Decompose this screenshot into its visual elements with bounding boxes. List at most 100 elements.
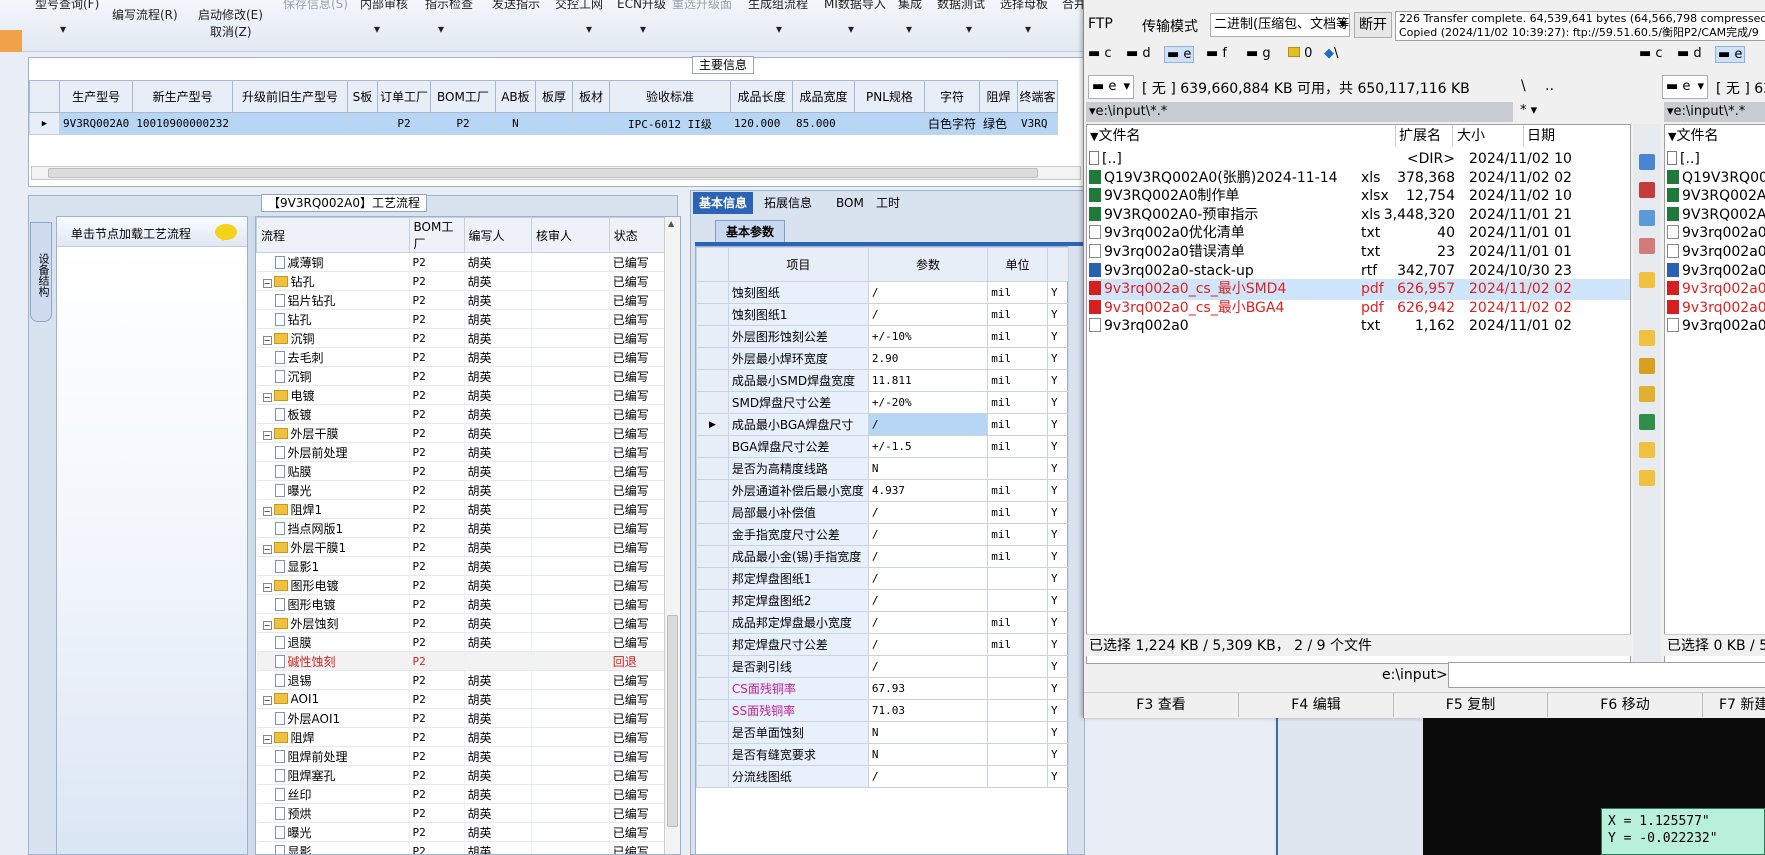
cell[interactable] bbox=[534, 112, 573, 135]
send-instruction-button[interactable]: 发送指示 bbox=[492, 0, 540, 12]
table-row[interactable]: − 外层蚀刻 P2 胡英 已编写 bbox=[256, 613, 672, 633]
tab-worktime[interactable]: 工时 bbox=[870, 192, 906, 214]
cell[interactable]: 已编写 bbox=[609, 423, 672, 443]
row-header[interactable] bbox=[696, 391, 729, 414]
disconnect-button[interactable]: 断开 bbox=[1354, 12, 1392, 38]
new-folder-icon[interactable] bbox=[1639, 386, 1655, 402]
param-value[interactable]: / bbox=[867, 281, 989, 304]
flow-name-cell[interactable]: 贴膜 bbox=[256, 461, 410, 481]
cell[interactable]: 已编写 bbox=[609, 252, 672, 272]
f3-view-button[interactable]: F3 查看 bbox=[1084, 693, 1239, 717]
cell[interactable]: 胡英 bbox=[464, 575, 532, 595]
cell[interactable]: 胡英 bbox=[464, 423, 532, 443]
param-value[interactable]: 2.90 bbox=[867, 347, 989, 370]
ecn-upgrade-button[interactable]: ECN升级 bbox=[617, 0, 666, 12]
row-header[interactable] bbox=[696, 369, 729, 392]
cell[interactable]: 胡英 bbox=[464, 480, 532, 500]
row-header[interactable] bbox=[696, 303, 729, 326]
flow-name-cell[interactable]: 沉铜 bbox=[256, 366, 410, 386]
file-row[interactable]: 9v3rq002a0 txt 1,162 2024/11/01 02 bbox=[1089, 316, 1630, 337]
table-row[interactable]: 外层图形蚀刻公差 +/-10% mil Y bbox=[696, 325, 1069, 348]
cell[interactable]: 已编写 bbox=[609, 385, 672, 405]
cell[interactable]: 已编写 bbox=[609, 613, 672, 633]
cell[interactable]: 胡英 bbox=[464, 271, 532, 291]
mi-import-button[interactable]: MI数据导入 bbox=[824, 0, 886, 12]
cell[interactable]: 已编写 bbox=[609, 518, 672, 538]
table-row[interactable]: 成品邦定焊盘最小宽度 / mil Y bbox=[696, 611, 1069, 634]
cell[interactable]: P2 bbox=[409, 746, 465, 766]
cell[interactable]: 回退 bbox=[609, 651, 672, 671]
param-value[interactable]: +/-10% bbox=[867, 325, 989, 348]
cell[interactable] bbox=[531, 708, 610, 728]
table-row[interactable]: 邦定焊盘尺寸公差 / mil Y bbox=[696, 633, 1069, 656]
col-header[interactable]: 终端客 bbox=[1016, 80, 1058, 113]
table-row[interactable]: 板镀 P2 胡英 已编写 bbox=[256, 404, 672, 424]
cell[interactable]: 胡英 bbox=[464, 309, 532, 329]
table-row[interactable]: 挡点网版1 P2 胡英 已编写 bbox=[256, 518, 672, 538]
cell[interactable]: 已编写 bbox=[609, 803, 672, 823]
cell[interactable]: 胡英 bbox=[464, 689, 532, 709]
col-header[interactable]: 新生产型号 bbox=[132, 80, 233, 113]
cell[interactable]: 已编写 bbox=[609, 670, 672, 690]
start-modify-button[interactable]: 启动修改(E) bbox=[198, 6, 263, 23]
col-header-size[interactable]: 大小 bbox=[1457, 125, 1485, 147]
cell[interactable] bbox=[531, 252, 610, 272]
table-row[interactable]: ▶ 成品最小BGA焊盘尺寸 / mil Y bbox=[696, 413, 1069, 436]
col-header[interactable]: 项目 bbox=[727, 247, 869, 282]
cell[interactable]: P2 bbox=[376, 112, 431, 135]
cell[interactable] bbox=[531, 328, 610, 348]
cell[interactable]: 85.000 bbox=[791, 112, 855, 135]
table-row[interactable]: 预烘 P2 胡英 已编写 bbox=[256, 803, 672, 823]
cancel-button[interactable]: 取消(Z) bbox=[210, 23, 252, 40]
cell[interactable]: P2 bbox=[409, 765, 465, 785]
cell[interactable] bbox=[531, 765, 610, 785]
cell[interactable] bbox=[853, 112, 925, 135]
cell[interactable]: 胡英 bbox=[464, 594, 532, 614]
cell[interactable]: 胡英 bbox=[464, 499, 532, 519]
cell[interactable] bbox=[531, 803, 610, 823]
table-row[interactable]: − 外层干膜1 P2 胡英 已编写 bbox=[256, 537, 672, 557]
row-header[interactable] bbox=[696, 347, 729, 370]
cell[interactable]: 胡英 bbox=[464, 442, 532, 462]
col-header[interactable]: BOM工厂 bbox=[408, 217, 465, 253]
flow-name-cell[interactable]: − 阻焊1 bbox=[256, 499, 410, 519]
row-header[interactable] bbox=[696, 677, 729, 700]
col-header[interactable]: 升级前旧生产型号 bbox=[231, 80, 348, 113]
tab-basic-params[interactable]: 基本参数 bbox=[715, 220, 786, 242]
cell[interactable]: 胡英 bbox=[464, 404, 532, 424]
node-panel-header[interactable]: 单击节点加载工艺流程 bbox=[57, 217, 247, 247]
drive-select[interactable]: ▬ e ▾ bbox=[1088, 75, 1134, 99]
check-instruction-button[interactable]: 指示检查 bbox=[425, 0, 473, 12]
collapse-icon[interactable]: − bbox=[262, 278, 272, 288]
cell[interactable]: P2 bbox=[409, 309, 465, 329]
flow-name-cell[interactable]: 曝光 bbox=[256, 822, 410, 842]
drive-f[interactable]: ▬ f bbox=[1206, 46, 1227, 61]
row-header[interactable] bbox=[696, 523, 729, 546]
drive-d[interactable]: ▬ d bbox=[1677, 46, 1702, 61]
cell[interactable]: P2 bbox=[409, 689, 465, 709]
transfer-mode-select[interactable]: 二进制(压缩包、文档等 ▾ bbox=[1210, 13, 1350, 37]
cell[interactable]: 已编写 bbox=[609, 594, 672, 614]
flow-name-cell[interactable]: 外层AOI1 bbox=[256, 708, 410, 728]
col-header[interactable]: 阻焊 bbox=[978, 80, 1018, 113]
flow-name-cell[interactable]: 铝片钻孔 bbox=[256, 290, 410, 310]
cell[interactable] bbox=[531, 651, 610, 671]
cell[interactable]: 已编写 bbox=[609, 689, 672, 709]
model-query-button[interactable]: 型号查询(F) bbox=[35, 0, 99, 12]
col-header[interactable]: 编写人 bbox=[463, 217, 532, 253]
row-header[interactable] bbox=[696, 589, 729, 612]
cell[interactable]: 已编写 bbox=[609, 442, 672, 462]
table-row[interactable]: 是否单面蚀刻 N Y bbox=[696, 721, 1069, 744]
folder-icon[interactable] bbox=[1639, 272, 1655, 288]
cell[interactable] bbox=[531, 271, 610, 291]
col-header-date[interactable]: 日期 bbox=[1527, 125, 1555, 147]
collapse-icon[interactable]: − bbox=[262, 392, 272, 402]
row-header[interactable] bbox=[696, 699, 729, 722]
cell[interactable] bbox=[531, 537, 610, 557]
cell[interactable]: P2 bbox=[409, 841, 465, 854]
cell[interactable]: 已编写 bbox=[609, 404, 672, 424]
flow-name-cell[interactable]: − 钻孔 bbox=[256, 271, 410, 291]
table-row[interactable]: SS面残铜率 71.03 Y bbox=[696, 699, 1069, 722]
row-header[interactable] bbox=[696, 435, 729, 458]
flow-name-cell[interactable]: 外层前处理 bbox=[256, 442, 410, 462]
